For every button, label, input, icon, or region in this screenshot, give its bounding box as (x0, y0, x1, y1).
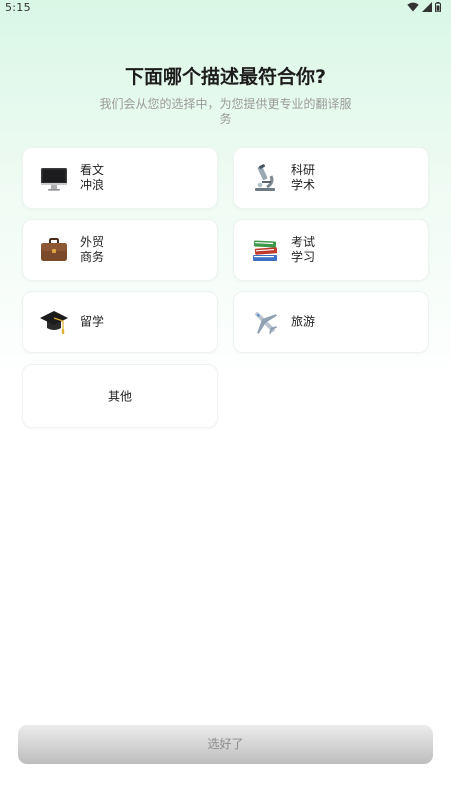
option-card-business[interactable]: 外贸 商务 (22, 219, 218, 281)
option-label-line: 旅游 (291, 314, 316, 329)
status-icons (407, 2, 441, 12)
airplane-icon (255, 312, 278, 335)
microscope-icon (255, 164, 275, 191)
option-card-study-abroad[interactable]: 留学 (22, 291, 218, 353)
wifi-icon (407, 2, 419, 12)
battery-icon (435, 2, 441, 12)
option-label: 科研 学术 (291, 163, 315, 193)
page-title: 下面哪个描述最符合你? (124, 66, 327, 88)
option-card-exam[interactable]: 考试 学习 (233, 219, 429, 281)
option-label-line: 学习 (291, 250, 316, 264)
option-label: 考试 学习 (291, 235, 315, 265)
status-bar: 5:15 (0, 0, 451, 16)
option-label: 其他 (107, 389, 132, 404)
option-label-line: 外贸 (80, 235, 105, 249)
books-icon (253, 240, 278, 261)
briefcase-icon (41, 238, 67, 261)
option-card-reading[interactable]: 看文 冲浪 (22, 147, 218, 209)
graduation-cap-icon (40, 311, 68, 334)
option-label: 看文 冲浪 (80, 163, 104, 193)
status-time: 5:15 (5, 1, 31, 14)
computer-icon (41, 168, 67, 191)
option-card-research[interactable]: 科研 学术 (233, 147, 429, 209)
option-label-line: 考试 (291, 235, 316, 249)
option-label-line: 留学 (80, 314, 105, 329)
option-label-line: 冲浪 (80, 178, 105, 192)
option-card-other[interactable]: 其他 (22, 364, 218, 428)
option-card-travel[interactable]: 旅游 (233, 291, 429, 353)
signal-icon (422, 2, 432, 12)
option-label-line: 学术 (291, 178, 316, 192)
option-label: 外贸 商务 (80, 235, 104, 265)
confirm-button[interactable]: 选好了 (18, 725, 433, 764)
option-label-line: 看文 (80, 163, 105, 177)
page-subtitle: 我们会从您的选择中，为您提供更专业的翻译服务 (99, 97, 352, 126)
option-label-line: 商务 (80, 250, 105, 264)
option-label-line: 科研 (291, 163, 316, 177)
option-label: 旅游 (291, 315, 315, 330)
option-label: 留学 (80, 315, 104, 330)
